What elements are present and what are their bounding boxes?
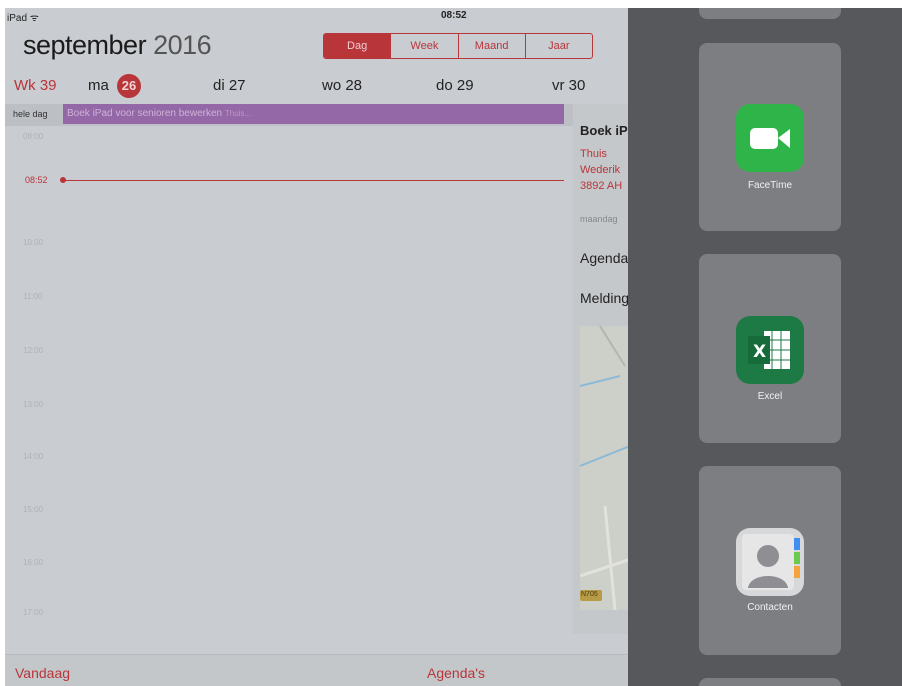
- location-map[interactable]: N705: [579, 325, 628, 611]
- detail-alert[interactable]: Melding: [580, 290, 628, 306]
- day-thursday[interactable]: do 29: [436, 77, 474, 94]
- detail-date: maandag: [580, 214, 618, 224]
- week-number: Wk 39: [14, 77, 57, 94]
- status-device: iPad ᯤ: [7, 13, 39, 24]
- status-time: 08:52: [441, 10, 467, 21]
- app-card-facetime[interactable]: FaceTime: [699, 43, 841, 231]
- hour-label: 16:00: [23, 558, 44, 567]
- app-card-partial-bottom[interactable]: [699, 678, 841, 686]
- app-switcher: FaceTime X Excel Contacten: [628, 8, 902, 686]
- app-card-contacts[interactable]: Contacten: [699, 466, 841, 655]
- view-tab-dag[interactable]: Dag: [324, 34, 391, 58]
- year-label: 2016: [153, 30, 212, 60]
- calendar-app: iPad ᯤ 08:52 september 2016 Dag Week Maa…: [5, 8, 628, 686]
- week-days-row: Wk 39 ma 26 di 27 wo 28 do 29 vr 30: [5, 74, 628, 98]
- detail-location[interactable]: Thuis: [580, 148, 607, 160]
- app-card-excel[interactable]: X Excel: [699, 254, 841, 443]
- excel-icon: X: [736, 316, 804, 384]
- day-wednesday[interactable]: wo 28: [322, 77, 362, 94]
- day-monday[interactable]: ma 26: [88, 74, 142, 98]
- app-name: FaceTime: [747, 180, 793, 191]
- status-bar: iPad ᯤ 08:52: [5, 8, 628, 24]
- hour-label: 13:00: [23, 400, 44, 409]
- detail-address-zip[interactable]: 3892 AH: [580, 180, 622, 192]
- detail-agenda[interactable]: Agenda: [580, 250, 628, 266]
- app-name: Excel: [757, 391, 783, 402]
- detail-address-street[interactable]: Wederik: [580, 164, 620, 176]
- app-card-partial-top[interactable]: [699, 8, 841, 19]
- view-switcher: Dag Week Maand Jaar: [323, 33, 593, 59]
- hour-label: 14:00: [23, 452, 44, 461]
- facetime-icon: [736, 104, 804, 172]
- hour-label: 08:00: [23, 132, 44, 141]
- hour-label: 15:00: [23, 505, 44, 514]
- screen: iPad ᯤ 08:52 september 2016 Dag Week Maa…: [0, 0, 902, 686]
- hour-label: 11:00: [23, 292, 43, 301]
- event-location: Thuis...: [224, 109, 252, 118]
- map-roads: [579, 325, 628, 611]
- month-label: september: [23, 30, 147, 60]
- current-time-line: [63, 180, 564, 181]
- day-friday[interactable]: vr 30: [552, 77, 585, 94]
- hour-label: 17:00: [23, 608, 44, 617]
- app-name: Contacten: [747, 602, 793, 613]
- bottom-toolbar: Vandaag Agenda's: [5, 654, 628, 686]
- view-tab-week[interactable]: Week: [390, 34, 457, 58]
- svg-text:X: X: [753, 342, 766, 362]
- today-button[interactable]: Vandaag: [15, 665, 70, 681]
- current-time-label: 08:52: [25, 175, 48, 185]
- wifi-icon: ᯤ: [29, 13, 39, 24]
- all-day-row: hele dag Boek iPad voor senioren bewerke…: [5, 104, 628, 126]
- detail-title: Boek iP: [580, 123, 628, 138]
- view-tab-jaar[interactable]: Jaar: [524, 34, 592, 58]
- day-label: ma: [88, 76, 109, 94]
- today-badge: 26: [117, 74, 142, 98]
- hour-label: 12:00: [23, 346, 44, 355]
- event-title: Boek iPad voor senioren bewerken: [67, 108, 223, 119]
- all-day-label: hele dag: [13, 109, 48, 119]
- contacts-icon: [736, 528, 804, 596]
- all-day-event[interactable]: Boek iPad voor senioren bewerken Thuis..…: [63, 104, 564, 124]
- calendars-button[interactable]: Agenda's: [427, 665, 485, 681]
- page-title: september 2016: [23, 30, 212, 61]
- hour-label: 10:00: [23, 238, 44, 247]
- road-label: N705: [581, 591, 598, 598]
- event-detail-panel: Boek iP Thuis Wederik 3892 AH maandag Ag…: [573, 104, 628, 634]
- day-tuesday[interactable]: di 27: [213, 77, 246, 94]
- view-tab-maand[interactable]: Maand: [457, 34, 525, 58]
